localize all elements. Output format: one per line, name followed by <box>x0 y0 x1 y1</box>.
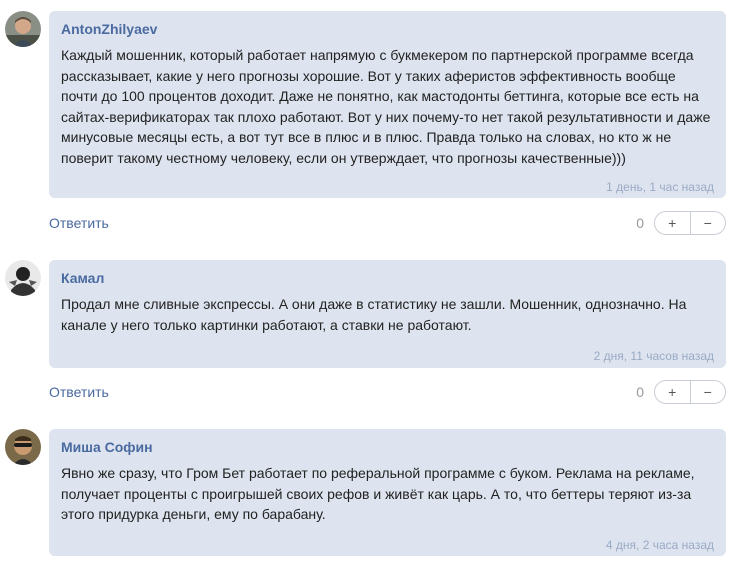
user-avatar-icon <box>5 260 41 296</box>
comment-author[interactable]: Камал <box>61 270 714 286</box>
vote-score: 0 <box>636 384 644 400</box>
user-avatar-icon <box>5 11 41 47</box>
comment-actions: Ответить 0 + − <box>49 211 726 235</box>
downvote-button[interactable]: − <box>689 212 726 234</box>
user-avatar-icon <box>5 429 41 465</box>
vote-control: + − <box>654 380 726 404</box>
comment-bubble: Камал Продал мне сливные экспрессы. А он… <box>49 260 726 368</box>
reply-button[interactable]: Ответить <box>49 215 109 231</box>
vote-control: + − <box>654 211 726 235</box>
comment-bubble: Миша Софин Явно же сразу, что Гром Бет р… <box>49 429 726 556</box>
avatar[interactable] <box>5 429 41 465</box>
comment-date: 2 дня, 11 часов назад <box>593 349 714 363</box>
comment-author[interactable]: AntonZhilyaev <box>61 21 714 37</box>
vote-score: 0 <box>636 215 644 231</box>
comment-date: 4 дня, 2 часа назад <box>605 538 714 552</box>
upvote-button[interactable]: + <box>655 212 690 234</box>
comment-text: Продал мне сливные экспрессы. А они даже… <box>61 296 687 333</box>
avatar[interactable] <box>5 260 41 296</box>
upvote-button[interactable]: + <box>655 381 690 403</box>
comment-bubble: AntonZhilyaev Каждый мошенник, который р… <box>49 11 726 198</box>
comment-author[interactable]: Миша Софин <box>61 439 714 455</box>
avatar[interactable] <box>5 11 41 47</box>
comment-date: 1 день, 1 час назад <box>606 180 714 194</box>
downvote-button[interactable]: − <box>689 381 726 403</box>
comment-text: Каждый мошенник, который работает напрям… <box>61 47 711 166</box>
comment-text: Явно же сразу, что Гром Бет работает по … <box>61 465 695 522</box>
comment-actions: Ответить 0 + − <box>49 380 726 404</box>
reply-button[interactable]: Ответить <box>49 384 109 400</box>
